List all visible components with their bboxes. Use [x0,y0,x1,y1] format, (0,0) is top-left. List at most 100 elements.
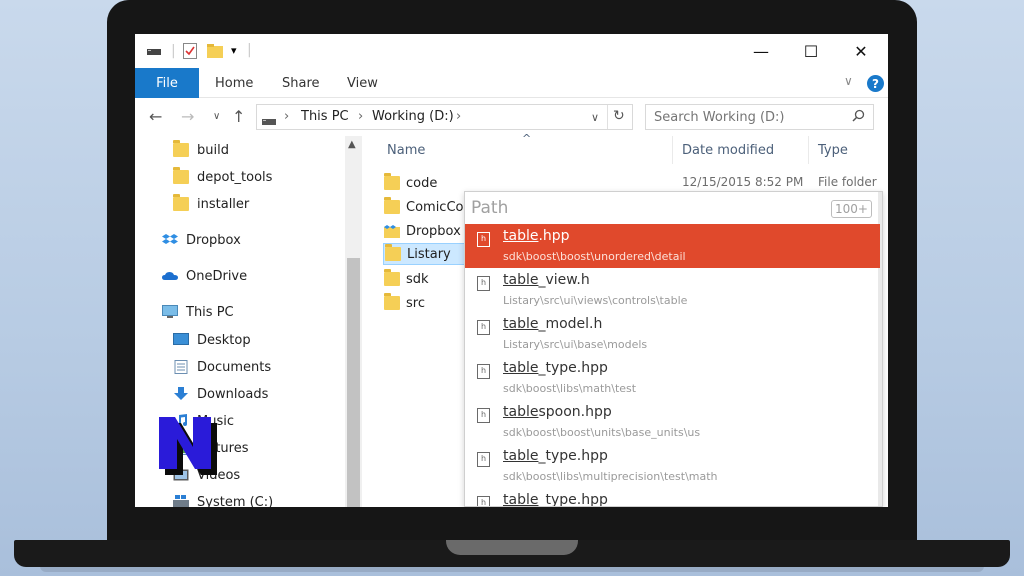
chevron-up-icon[interactable]: ▲ [348,139,356,150]
separator: | [171,43,176,59]
file-h-icon: h [477,232,490,247]
file-h-icon: h [477,408,490,423]
result-name: table_type.hpp [503,492,608,507]
sidebar-item-desktop[interactable]: Desktop [173,329,251,351]
folder-icon [384,173,400,190]
sidebar-item-build[interactable]: build [173,139,229,161]
sidebar-item-label: Dropbox [186,232,241,248]
separator [607,105,608,129]
address-dropdown-icon[interactable]: ∨ [591,111,599,124]
forward-icon[interactable]: → [181,107,194,126]
minimize-button[interactable]: — [736,34,786,68]
file-row-selected[interactable]: Listary [383,243,465,265]
file-name: code [406,175,438,191]
folder-icon [384,269,400,286]
result-item[interactable]: h table_type.hpp sdk\boost\libs\math\tes… [465,356,880,400]
sidebar-item-this-pc[interactable]: This PC [162,301,234,323]
drive-icon [147,45,161,61]
folder-icon [173,167,189,184]
chevron-right-icon: › [284,109,290,124]
n-logo-icon [159,417,217,475]
address-bar[interactable]: › This PC › Working (D:) › ∨ ↻ [256,104,633,130]
sidebar-item-label: Documents [197,359,272,375]
search-icon[interactable] [852,109,865,126]
close-button[interactable]: ✕ [836,34,886,68]
result-item[interactable]: h table_type.hpp [465,488,880,507]
file-h-icon: h [477,364,490,379]
separator: | [247,42,252,58]
sort-ascending-icon: ^ [522,132,532,145]
result-path: Listary\src\ui\views\controls\table [503,294,688,307]
file-name: sdk [406,271,429,287]
result-name: table_view.h [503,272,590,288]
result-item[interactable]: h table_type.hpp sdk\boost\libs\multipre… [465,444,880,488]
file-h-icon: h [477,276,490,291]
recent-locations-icon[interactable]: ∨ [213,111,220,122]
sidebar-item-label: This PC [186,304,234,320]
result-name: table_model.h [503,316,603,332]
column-separator[interactable] [672,136,673,164]
column-header-type[interactable]: Type [818,143,848,158]
title-bar: | ▾ | — ☐ ✕ [135,34,888,68]
properties-icon[interactable] [183,43,197,63]
result-path: sdk\boost\libs\multiprecision\test\math [503,470,718,483]
chevron-right-icon: › [456,109,462,124]
column-header-name[interactable]: Name [387,143,425,158]
sidebar-item-depot-tools[interactable]: depot_tools [173,166,272,188]
chevron-right-icon: › [358,109,364,124]
column-separator[interactable] [808,136,809,164]
listary-search-popup: Path 100+ h table.hpp sdk\boost\boost\un… [464,191,883,507]
listary-query[interactable]: Path [471,198,508,218]
tab-share[interactable]: Share [282,68,320,98]
refresh-icon[interactable]: ↻ [613,108,625,124]
result-item-active[interactable]: h table.hpp sdk\boost\boost\unordered\de… [465,224,880,268]
sidebar-item-dropbox[interactable]: Dropbox [162,229,241,251]
sidebar-item-onedrive[interactable]: OneDrive [162,265,247,287]
column-header-date[interactable]: Date modified [682,143,774,158]
sidebar-item-downloads[interactable]: Downloads [173,383,268,405]
sidebar-item-label: depot_tools [197,169,273,185]
up-icon[interactable]: ↑ [232,107,245,126]
file-name: src [406,295,425,311]
onedrive-icon [162,269,178,283]
expand-ribbon-icon[interactable]: ∨ [844,74,853,88]
documents-icon [173,360,189,374]
laptop-notch [446,540,578,555]
dropbox-folder-icon [384,224,400,238]
breadcrumb-this-pc[interactable]: This PC [301,109,349,124]
result-path: Listary\src\ui\base\models [503,338,648,351]
folder-icon [385,244,401,261]
new-folder-icon[interactable] [207,44,223,62]
sidebar-item-installer[interactable]: installer [173,193,249,215]
result-name: table.hpp [503,228,570,244]
sidebar-item-system-c[interactable]: System (C:) [173,491,273,507]
file-tab[interactable]: File [135,68,199,98]
tab-view[interactable]: View [347,68,378,98]
result-path: sdk\boost\libs\math\test [503,382,637,395]
file-h-icon: h [477,452,490,467]
result-name: table_type.hpp [503,448,608,464]
search-input[interactable] [654,109,844,126]
folder-icon [384,197,400,214]
back-icon[interactable]: ← [149,107,162,126]
folder-icon [384,293,400,310]
file-type: File folder [818,175,877,189]
help-icon[interactable]: ? [867,75,884,92]
result-item[interactable]: h tablespoon.hpp sdk\boost\boost\units\b… [465,400,880,444]
result-item[interactable]: h table_model.h Listary\src\ui\base\mode… [465,312,880,356]
breadcrumb-working[interactable]: Working (D:) [372,109,454,124]
customize-qat-icon[interactable]: ▾ [231,43,237,59]
result-item[interactable]: h table_view.h Listary\src\ui\views\cont… [465,268,880,312]
file-h-icon: h [477,496,490,506]
maximize-button[interactable]: ☐ [786,34,836,68]
tab-home[interactable]: Home [215,68,253,98]
sidebar-item-documents[interactable]: Documents [173,356,271,378]
scrollbar-thumb[interactable] [347,258,360,507]
sidebar-item-label: System (C:) [197,494,274,508]
sidebar-item-label: Desktop [197,332,251,348]
explorer-window: | ▾ | — ☐ ✕ File Home Share View ∨ ? ← →… [135,34,888,507]
sidebar-scrollbar[interactable]: ▲ [345,136,362,507]
result-path: sdk\boost\boost\units\base_units\us [503,426,701,439]
folder-icon [173,194,189,211]
sidebar-item-label: build [197,142,229,158]
